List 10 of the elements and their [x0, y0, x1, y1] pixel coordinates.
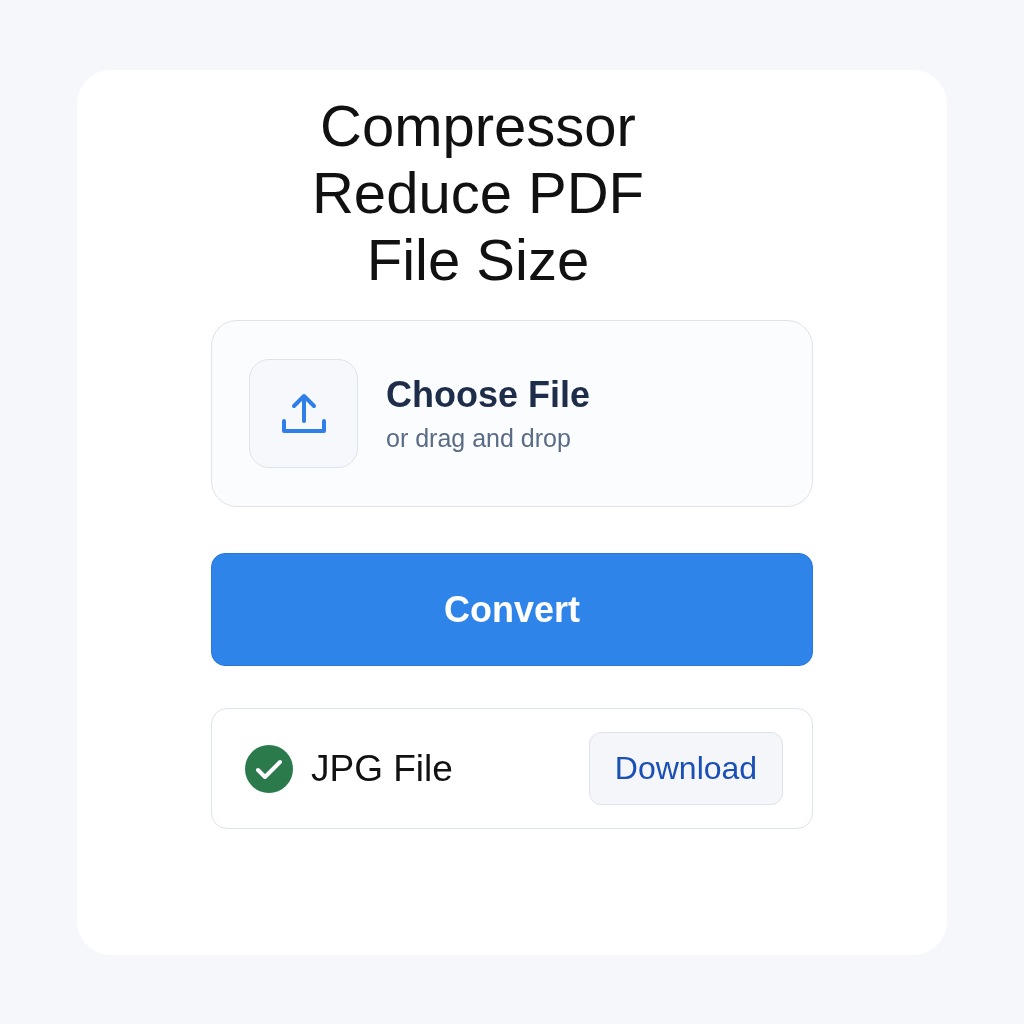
drag-drop-hint: or drag and drop	[386, 424, 572, 453]
choose-file-label[interactable]: Choose File	[386, 374, 591, 416]
upload-area[interactable]: Choose File or drag and drop	[211, 320, 813, 507]
file-name: JPG File	[311, 747, 454, 790]
convert-button[interactable]: Convert	[211, 553, 813, 666]
title-line: Reduce PDF	[312, 159, 644, 226]
check-icon	[245, 744, 293, 793]
download-button[interactable]: Download	[589, 732, 783, 805]
title-line: File Size	[366, 226, 590, 293]
title-line: Compressor	[320, 92, 636, 159]
